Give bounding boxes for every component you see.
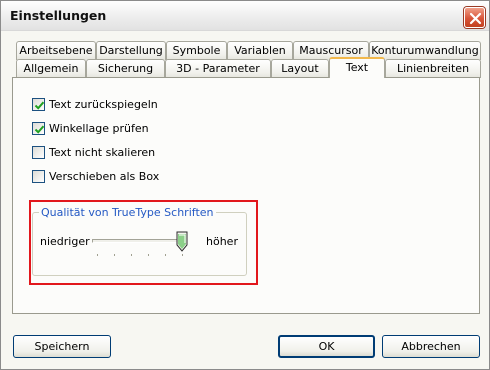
slider-low-label: niedriger [40, 235, 90, 248]
tab-sicherung[interactable]: Sicherung [86, 59, 165, 78]
tab-3d-parameter[interactable]: 3D - Parameter [165, 59, 271, 78]
checkbox[interactable] [32, 145, 45, 159]
slider-tick [182, 254, 183, 256]
slider-high-label: höher [206, 235, 238, 248]
tab-arbeitsebene[interactable]: Arbeitsebene [16, 41, 96, 60]
tab-variablen[interactable]: Variablen [227, 41, 293, 60]
cancel-button[interactable]: Abbrechen [382, 335, 480, 358]
option-verschieben-als-box[interactable]: Verschieben als Box [32, 169, 159, 183]
tab-symbole[interactable]: Symbole [166, 41, 227, 60]
quality-slider-track[interactable] [92, 239, 187, 243]
option-winkellage-pruefen[interactable]: Winkellage prüfen [32, 121, 149, 135]
option-text-nicht-skalieren[interactable]: Text nicht skalieren [32, 145, 155, 159]
dialog-title: Einstellungen [10, 8, 107, 23]
save-button[interactable]: Speichern [13, 335, 111, 358]
slider-tick [131, 254, 132, 256]
checkbox-label: Text zurückspiegeln [49, 97, 158, 111]
slider-tick [165, 254, 166, 256]
option-text-zurueckspiegeln[interactable]: Text zurückspiegeln [32, 97, 158, 111]
checkbox-label: Text nicht skalieren [49, 145, 156, 159]
checkmark-icon [34, 101, 45, 110]
tab-allgemein[interactable]: Allgemein [16, 59, 86, 78]
close-icon [469, 12, 482, 25]
close-button[interactable] [464, 7, 485, 28]
checkbox-label: Winkellage prüfen [49, 121, 149, 135]
slider-tick [97, 254, 98, 256]
checkbox[interactable] [32, 97, 45, 111]
checkmark-icon [34, 125, 45, 134]
group-title: Qualität von TrueType Schriften [39, 206, 216, 219]
tab-layout[interactable]: Layout [271, 59, 329, 78]
checkbox[interactable] [32, 169, 45, 183]
checkbox[interactable] [32, 121, 45, 135]
tab-linienbreiten[interactable]: Linienbreiten [385, 59, 481, 78]
settings-dialog: Einstellungen Arbeitsebene Darstellung S… [0, 0, 490, 370]
tab-text[interactable]: Text [329, 57, 385, 78]
slider-tick [114, 254, 115, 256]
tab-konturumwandlung[interactable]: Konturumwandlung [369, 41, 481, 60]
checkbox-label: Verschieben als Box [49, 169, 160, 183]
tab-darstellung[interactable]: Darstellung [96, 41, 166, 60]
title-bar[interactable]: Einstellungen [1, 1, 489, 31]
slider-tick [148, 254, 149, 256]
text-tab-panel [12, 77, 480, 314]
slider-thumb-icon[interactable] [176, 231, 188, 252]
ok-button[interactable]: OK [278, 335, 375, 358]
